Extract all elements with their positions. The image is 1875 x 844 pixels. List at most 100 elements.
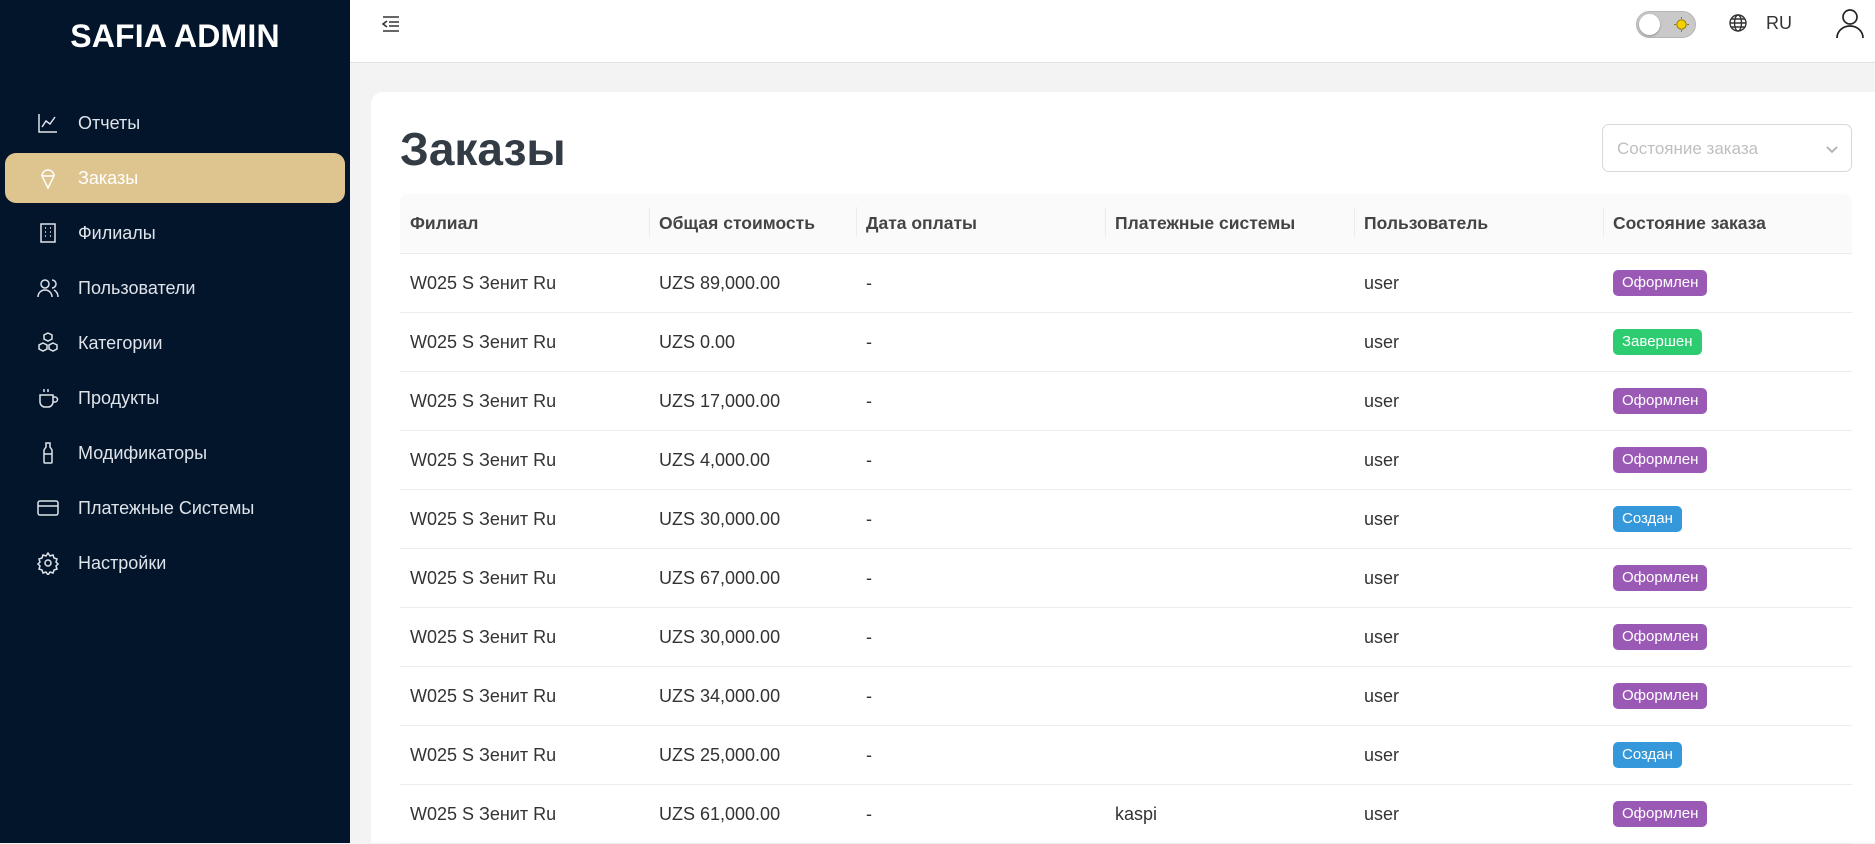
- table-row[interactable]: W025 S Зенит Ru UZS 34,000.00 - user Оформле…: [400, 667, 1852, 726]
- status-badge: Оформлен: [1613, 565, 1708, 591]
- status-badge: Завершен: [1613, 329, 1702, 355]
- cell-status: Оформлен: [1603, 388, 1852, 414]
- table-header: Филиал Общая стоимость Дата оплаты Плате…: [400, 194, 1852, 254]
- cell-payment-date: -: [866, 390, 872, 411]
- cell-branch: W025 S Зенит Ru: [410, 803, 557, 824]
- cell-user: user: [1364, 626, 1400, 647]
- sidebar-item-orders[interactable]: Заказы: [5, 153, 345, 203]
- cell-total: UZS 34,000.00: [659, 685, 781, 706]
- cell-user: user: [1364, 390, 1400, 411]
- ice-cream-icon: [36, 166, 60, 190]
- sidebar-item-label: Настройки: [78, 552, 167, 573]
- menu-collapse-icon[interactable]: [380, 13, 402, 35]
- sidebar-item-products[interactable]: Продукты: [5, 373, 345, 423]
- cell-status: Оформлен: [1603, 270, 1852, 296]
- sidebar-item-label: Платежные Системы: [78, 497, 255, 518]
- sidebar-item-label: Модификаторы: [78, 442, 208, 463]
- cell-total: UZS 4,000.00: [659, 449, 771, 470]
- app-logo: SAFIA ADMIN: [70, 18, 280, 54]
- cell-branch: W025 S Зенит Ru: [410, 508, 557, 529]
- table-row[interactable]: W025 S Зенит Ru UZS 25,000.00 - user Создан: [400, 726, 1852, 785]
- cell-status: Оформлен: [1603, 565, 1852, 591]
- cell-status: Оформлен: [1603, 624, 1852, 650]
- orders-card: Заказы Состояние заказа Филиал Общая сто…: [371, 92, 1875, 844]
- cell-total: UZS 30,000.00: [659, 626, 781, 647]
- cell-user: user: [1364, 331, 1400, 352]
- cell-user: user: [1364, 744, 1400, 765]
- cell-total: UZS 67,000.00: [659, 567, 781, 588]
- status-badge: Оформлен: [1613, 624, 1708, 650]
- cell-payment-date: -: [866, 331, 872, 352]
- cell-status: Оформлен: [1603, 447, 1852, 473]
- cell-branch: W025 S Зенит Ru: [410, 626, 557, 647]
- cell-payment-date: -: [866, 272, 872, 293]
- table-row[interactable]: W025 S Зенит Ru UZS 89,000.00 - user Оформле…: [400, 254, 1852, 313]
- bottle-icon: [36, 441, 60, 465]
- cell-status: Оформлен: [1603, 683, 1852, 709]
- cell-user: user: [1364, 272, 1400, 293]
- cell-branch: W025 S Зенит Ru: [410, 744, 557, 765]
- status-badge: Оформлен: [1613, 447, 1708, 473]
- cell-payment-system: kaspi: [1115, 803, 1158, 824]
- table-row[interactable]: W025 S Зенит Ru UZS 30,000.00 - user Оформле…: [400, 608, 1852, 667]
- sidebar-item-label: Продукты: [78, 387, 160, 408]
- cell-user: user: [1364, 449, 1400, 470]
- sidebar-item-branches[interactable]: Филиалы: [5, 208, 345, 258]
- sidebar: SAFIA ADMIN Отчеты Заказы Филиалы Пользо…: [0, 0, 350, 843]
- filter-placeholder: Состояние заказа: [1617, 139, 1759, 158]
- sun-icon: [1674, 17, 1689, 32]
- status-badge: Оформлен: [1613, 270, 1708, 296]
- cell-branch: W025 S Зенит Ru: [410, 272, 557, 293]
- cell-total: UZS 89,000.00: [659, 272, 781, 293]
- chevron-down-icon: [1825, 142, 1839, 156]
- cell-status: Завершен: [1603, 329, 1852, 355]
- cell-branch: W025 S Зенит Ru: [410, 685, 557, 706]
- language-selector[interactable]: RU: [1766, 13, 1792, 34]
- order-status-filter[interactable]: Состояние заказа: [1602, 124, 1852, 172]
- cell-payment-date: -: [866, 626, 872, 647]
- cell-branch: W025 S Зенит Ru: [410, 567, 557, 588]
- sidebar-item-users[interactable]: Пользователи: [5, 263, 345, 313]
- cell-payment-date: -: [866, 567, 872, 588]
- coffee-cup-icon: [36, 386, 60, 410]
- column-header-total: Общая стоимость: [649, 207, 856, 237]
- gear-icon: [36, 551, 60, 575]
- toggle-knob: [1639, 14, 1660, 35]
- cell-user: user: [1364, 567, 1400, 588]
- theme-toggle[interactable]: [1636, 11, 1696, 38]
- table-row[interactable]: W025 S Зенит Ru UZS 0.00 - user Завершен: [400, 313, 1852, 372]
- sidebar-item-categories[interactable]: Категории: [5, 318, 345, 368]
- table-row[interactable]: W025 S Зенит Ru UZS 4,000.00 - user Оформлен: [400, 431, 1852, 490]
- user-profile-icon[interactable]: [1835, 7, 1865, 39]
- table-row[interactable]: W025 S Зенит Ru UZS 67,000.00 - user Оформле…: [400, 549, 1852, 608]
- sidebar-item-label: Заказы: [78, 167, 139, 188]
- cell-status: Оформлен: [1603, 801, 1852, 827]
- credit-card-icon: [36, 496, 60, 520]
- cell-payment-date: -: [866, 449, 872, 470]
- cell-total: UZS 0.00: [659, 331, 736, 352]
- cell-total: UZS 25,000.00: [659, 744, 781, 765]
- users-icon: [36, 276, 60, 300]
- sidebar-item-payment-systems[interactable]: Платежные Системы: [5, 483, 345, 533]
- column-header-status: Состояние заказа: [1603, 207, 1852, 237]
- cell-status: Создан: [1603, 506, 1852, 532]
- table-row[interactable]: W025 S Зенит Ru UZS 17,000.00 - user Оформле…: [400, 372, 1852, 431]
- orders-table: Филиал Общая стоимость Дата оплаты Плате…: [400, 194, 1852, 844]
- cell-branch: W025 S Зенит Ru: [410, 390, 557, 411]
- column-header-branch: Филиал: [410, 213, 479, 233]
- table-row[interactable]: W025 S Зенит Ru UZS 61,000.00 - kaspi user Оф…: [400, 785, 1852, 844]
- sidebar-item-settings[interactable]: Настройки: [5, 538, 345, 588]
- sidebar-item-reports[interactable]: Отчеты: [5, 98, 345, 148]
- cell-branch: W025 S Зенит Ru: [410, 331, 557, 352]
- cell-status: Создан: [1603, 742, 1852, 768]
- status-badge: Оформлен: [1613, 683, 1708, 709]
- sidebar-item-label: Пользователи: [78, 277, 196, 298]
- cell-user: user: [1364, 685, 1400, 706]
- sidebar-item-modifiers[interactable]: Модификаторы: [5, 428, 345, 478]
- cell-payment-date: -: [866, 803, 872, 824]
- chart-line-icon: [36, 111, 60, 135]
- status-badge: Создан: [1613, 506, 1682, 532]
- cell-user: user: [1364, 803, 1400, 824]
- table-row[interactable]: W025 S Зенит Ru UZS 30,000.00 - user Создан: [400, 490, 1852, 549]
- globe-icon[interactable]: [1728, 13, 1748, 33]
